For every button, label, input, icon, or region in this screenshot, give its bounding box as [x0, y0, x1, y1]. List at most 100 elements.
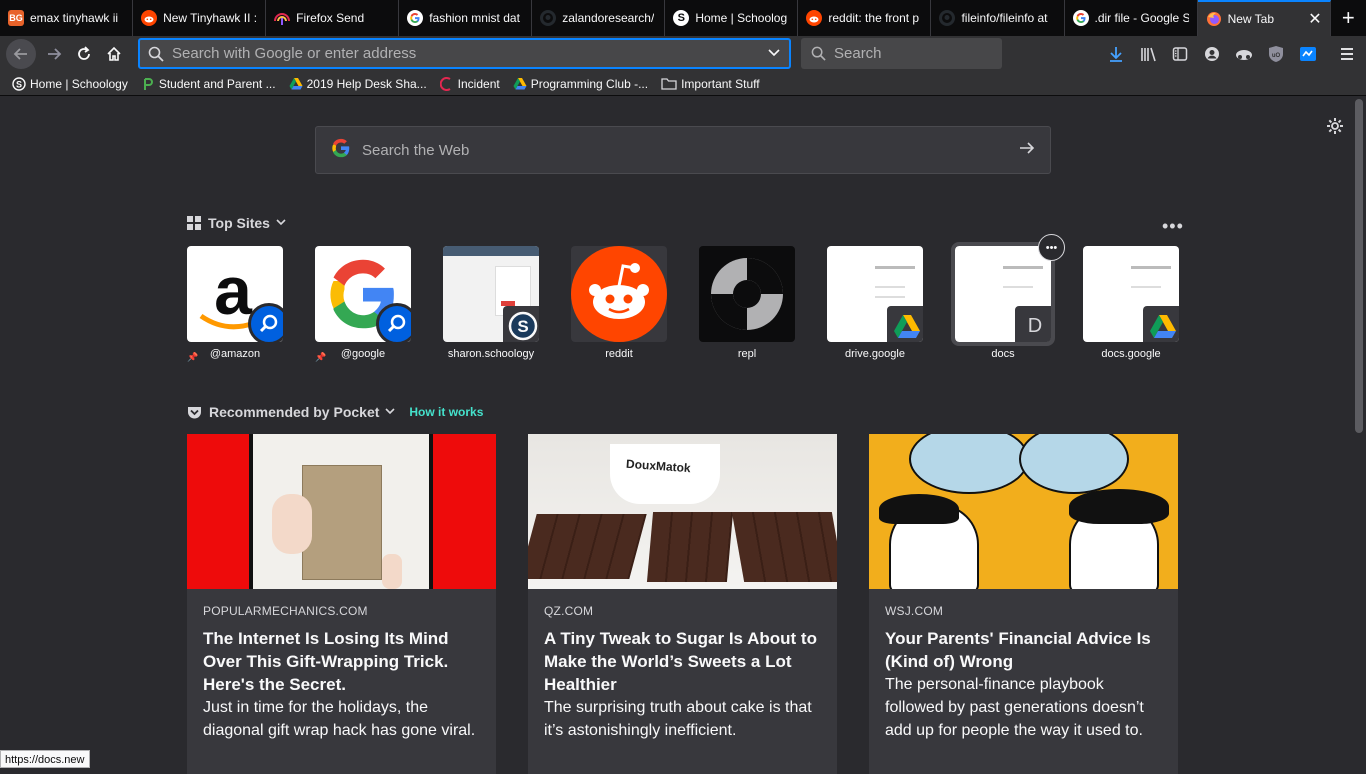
bookmark-student-parent[interactable]: Student and Parent ...	[141, 77, 276, 91]
forward-button[interactable]	[39, 39, 69, 69]
new-tab-button[interactable]: +	[1331, 0, 1366, 36]
bookmark-schoology[interactable]: S Home | Schoology	[12, 77, 128, 91]
card-source: POPULARMECHANICS.COM	[203, 604, 368, 618]
extension-icon[interactable]	[1232, 42, 1256, 66]
scrollbar-thumb[interactable]	[1355, 99, 1363, 433]
chocolate-image: DouxMatok	[528, 434, 837, 589]
how-it-works-link[interactable]: How it works	[409, 405, 483, 419]
top-site-drive-google[interactable]: drive.google	[827, 246, 923, 360]
reload-button[interactable]	[69, 39, 99, 69]
gift-wrap-image	[187, 434, 496, 589]
arrow-right-icon	[48, 48, 62, 60]
more-options-icon[interactable]: •••	[1162, 216, 1184, 237]
sidebar-icon[interactable]	[1168, 42, 1192, 66]
card-excerpt: The personal-finance playbook followed b…	[885, 676, 1144, 739]
search-bar[interactable]	[801, 38, 1002, 69]
search-input[interactable]	[834, 45, 984, 62]
library-icon[interactable]	[1137, 42, 1161, 66]
url-input[interactable]	[172, 45, 732, 62]
web-search-input[interactable]	[362, 141, 982, 159]
top-site-schoology[interactable]: S sharon.schoology	[443, 246, 539, 360]
top-site-reddit[interactable]: reddit	[571, 246, 667, 360]
more-options-icon[interactable]: •••	[1038, 234, 1065, 261]
card-source: WSJ.COM	[885, 604, 944, 618]
financial-advice-image	[869, 434, 1178, 589]
tab-label: New Tab	[1227, 12, 1275, 26]
tab-emax-tinyhawk[interactable]: BG emax tinyhawk ii	[0, 0, 134, 36]
url-bar[interactable]	[138, 38, 791, 69]
card-source: QZ.COM	[544, 604, 594, 618]
back-button[interactable]	[6, 39, 36, 69]
tab-label: Home | Schoolog	[695, 11, 788, 25]
tab-new-tinyhawk[interactable]: New Tinyhawk II :	[133, 0, 267, 36]
top-site-label: repl	[737, 348, 757, 360]
google-icon	[407, 10, 424, 26]
search-icon	[248, 303, 283, 342]
tab-firefox-send[interactable]: Firefox Send	[266, 0, 400, 36]
google-icon	[315, 246, 411, 342]
tab-label: .dir file - Google S	[1094, 11, 1189, 25]
tab-label: New Tinyhawk II :	[163, 11, 258, 25]
search-icon	[811, 46, 826, 61]
arrow-right-icon[interactable]	[1018, 139, 1036, 162]
download-icon[interactable]	[1104, 42, 1128, 66]
bookmark-incident[interactable]: Incident	[439, 76, 500, 91]
account-icon[interactable]	[1200, 42, 1224, 66]
chevron-down-icon	[385, 407, 395, 418]
bookmark-important-stuff[interactable]: Important Stuff	[661, 77, 760, 91]
ublock-icon[interactable]: uO	[1264, 42, 1288, 66]
home-icon	[107, 46, 121, 61]
grid-icon	[187, 216, 201, 230]
github-icon	[939, 10, 956, 26]
p-icon	[141, 77, 155, 91]
bookmark-programming-club[interactable]: Programming Club -...	[513, 77, 648, 91]
reddit-icon	[141, 10, 158, 26]
pocket-card[interactable]: WSJ.COM Your Parents' Financial Advice I…	[869, 434, 1178, 774]
card-excerpt: Just in time for the holidays, the diago…	[203, 699, 476, 739]
tab-label: fileinfo/fileinfo at	[961, 11, 1048, 25]
top-site-docs[interactable]: D docs	[951, 242, 1055, 360]
top-site-label: docs.google	[1101, 348, 1161, 360]
google-drive-icon	[887, 306, 923, 342]
tab-schoology[interactable]: S Home | Schoolog	[665, 0, 799, 36]
bookmark-help-desk[interactable]: 2019 Help Desk Sha...	[289, 77, 427, 91]
web-search-box[interactable]	[315, 126, 1051, 174]
top-site-label: docs	[991, 348, 1015, 360]
top-site-google[interactable]: 📌 @google	[315, 246, 411, 362]
card-excerpt: The surprising truth about cake is that …	[544, 699, 812, 739]
chevron-down-icon	[276, 218, 286, 229]
pocket-header[interactable]: Recommended by Pocket How it works	[187, 404, 483, 420]
home-button[interactable]	[99, 39, 129, 69]
top-site-docs-google[interactable]: docs.google	[1083, 246, 1179, 360]
tab-fashion-mnist[interactable]: fashion mnist dat	[399, 0, 533, 36]
top-site-amazon[interactable]: a 📌 @amazon	[187, 246, 283, 362]
chevron-down-icon[interactable]	[767, 45, 781, 62]
nav-toolbar: uO	[0, 36, 1366, 72]
servicenow-icon	[439, 76, 454, 91]
top-site-label: @amazon	[209, 348, 261, 360]
svg-text:uO: uO	[1272, 53, 1281, 59]
close-tab-icon[interactable]: ✕	[1302, 9, 1321, 29]
gear-icon[interactable]	[1326, 117, 1344, 140]
pocket-title: Recommended by Pocket	[209, 404, 380, 420]
top-sites-header[interactable]: Top Sites	[187, 215, 286, 231]
bookmark-label: Important Stuff	[681, 76, 760, 91]
extension-blue-icon[interactable]	[1296, 42, 1320, 66]
tab-zalandoresearch[interactable]: zalandoresearch/	[532, 0, 666, 36]
google-drive-icon	[1143, 306, 1179, 342]
menu-icon[interactable]	[1335, 42, 1359, 66]
search-icon	[376, 303, 411, 342]
top-site-label: reddit	[605, 348, 633, 360]
pocket-card[interactable]: DouxMatok QZ.COM A Tiny Tweak to Sugar I…	[528, 434, 837, 774]
top-site-label: sharon.schoology	[447, 348, 535, 360]
google-icon	[330, 137, 352, 164]
top-site-repl[interactable]: repl	[699, 246, 795, 360]
tab-reddit[interactable]: reddit: the front p	[798, 0, 932, 36]
pocket-card[interactable]: POPULARMECHANICS.COM The Internet Is Los…	[187, 434, 496, 774]
scrollbar[interactable]	[1352, 97, 1366, 768]
tab-new-tab[interactable]: New Tab ✕	[1197, 0, 1331, 36]
google-drive-icon	[513, 77, 527, 91]
schoology-icon: S	[503, 306, 539, 342]
tab-dir-file[interactable]: .dir file - Google S	[1065, 0, 1198, 36]
tab-fileinfo[interactable]: fileinfo/fileinfo at	[931, 0, 1065, 36]
